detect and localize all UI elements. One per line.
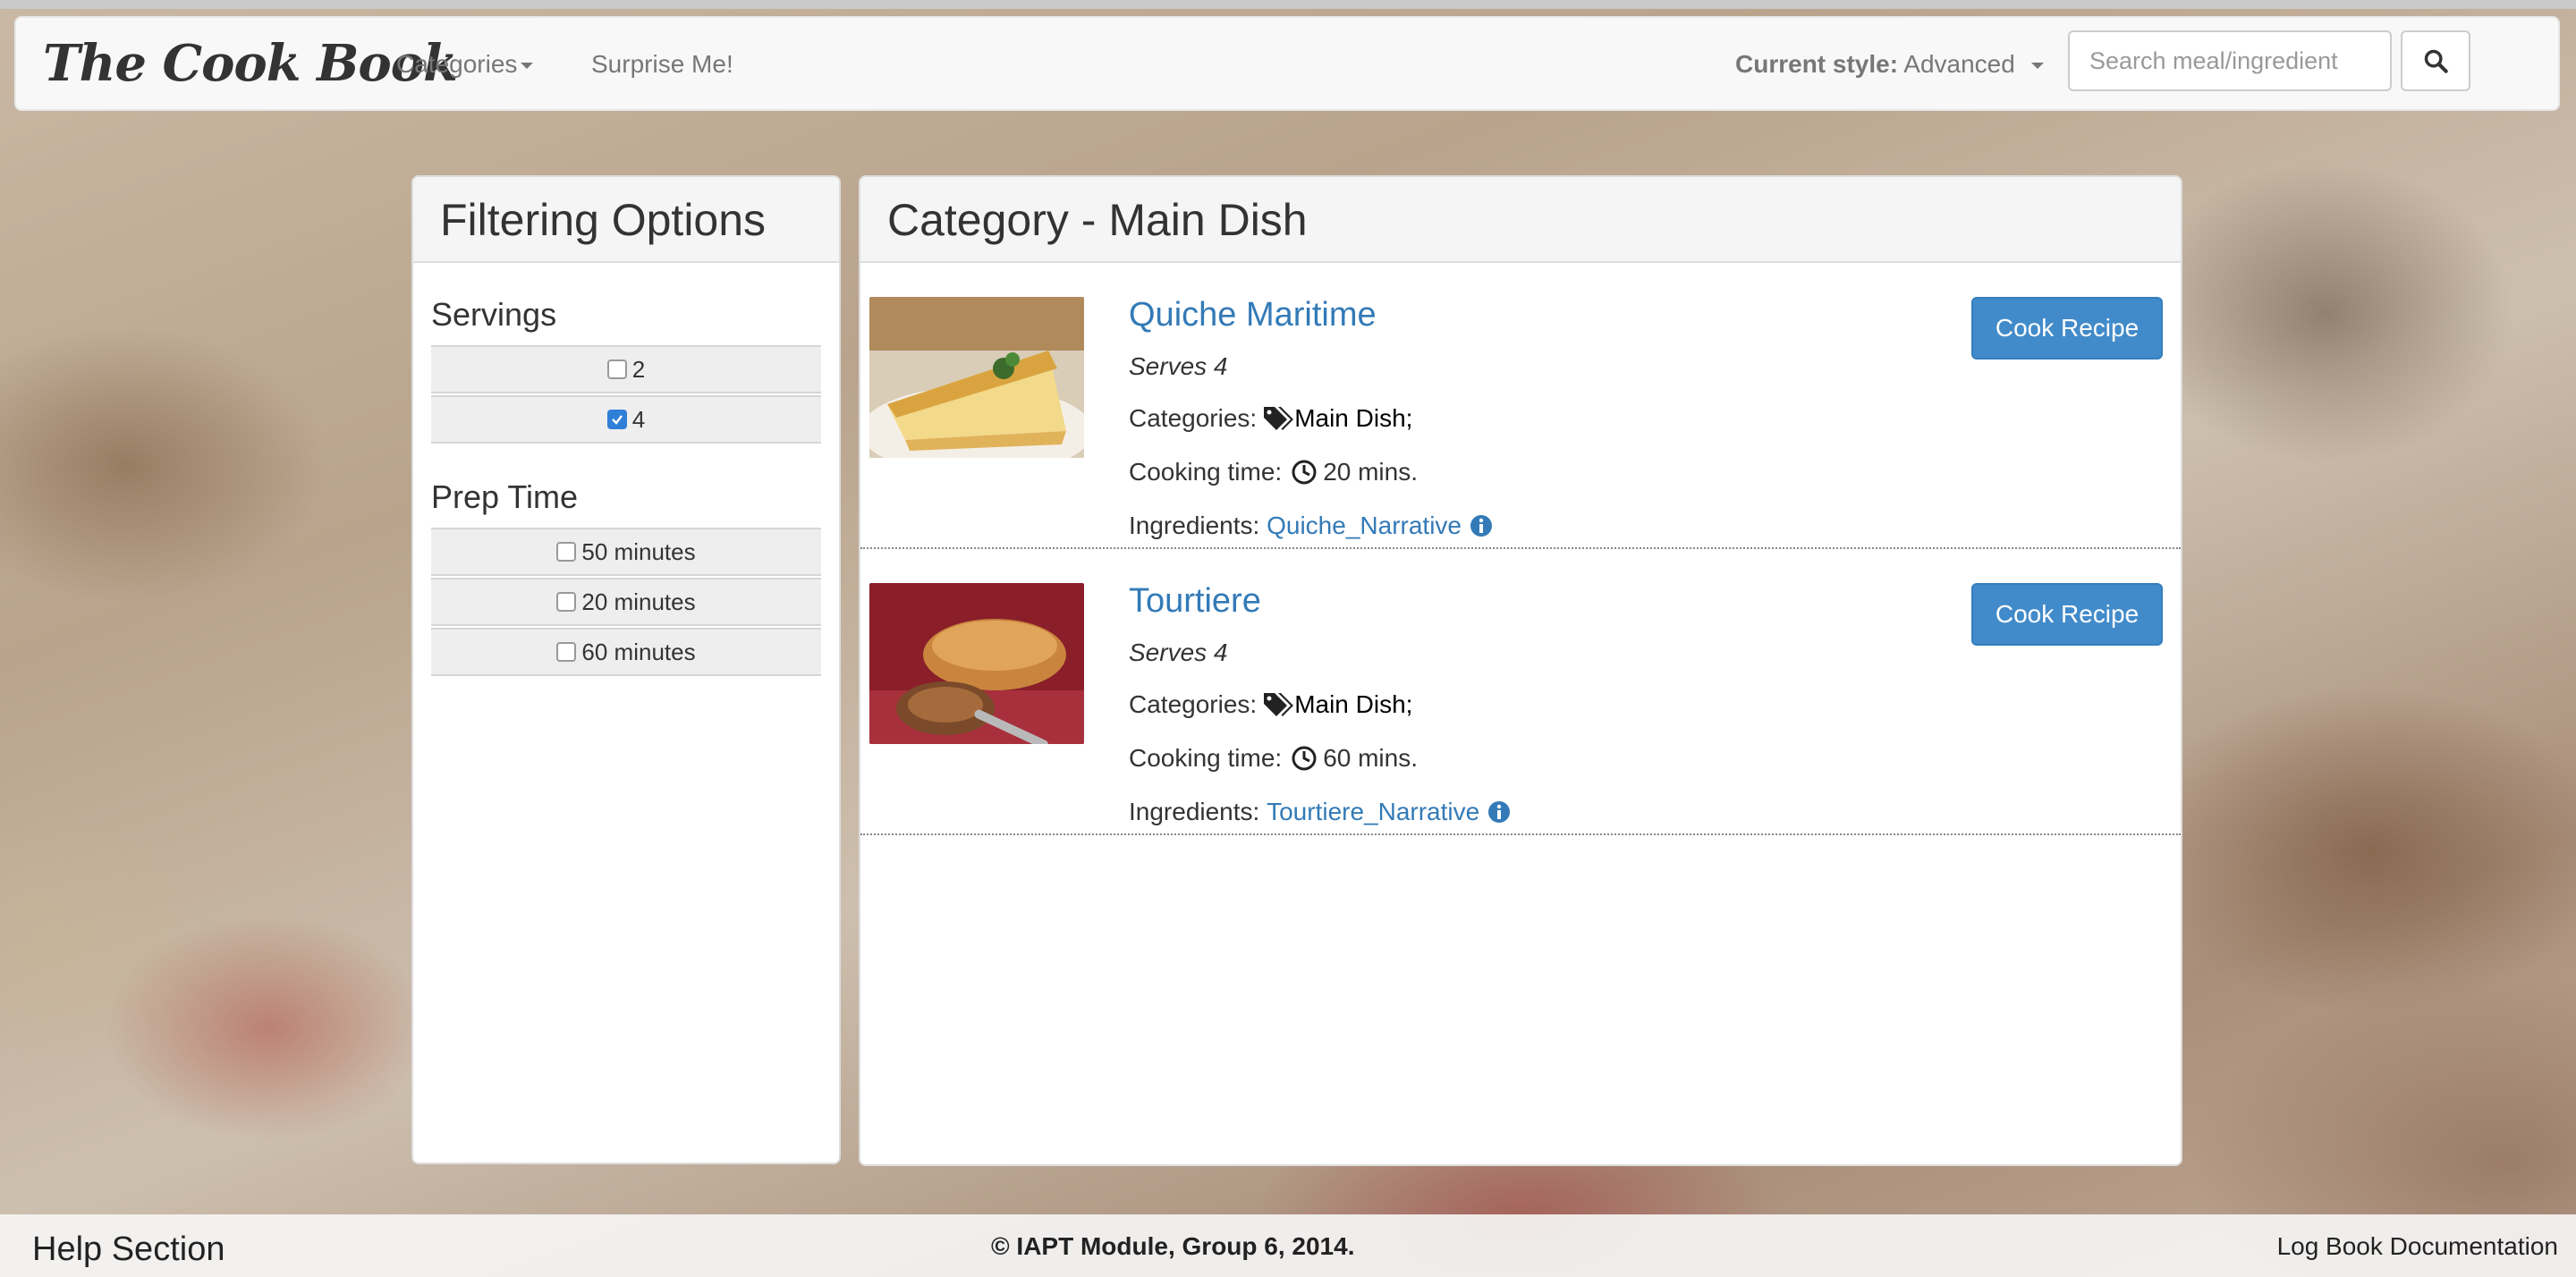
search-button[interactable] <box>2401 30 2470 91</box>
recipe-cooking-time: Cooking time: 20 mins. <box>1129 458 1418 486</box>
footer: Help Section © IAPT Module, Group 6, 201… <box>0 1214 2576 1277</box>
servings-title: Servings <box>431 296 557 333</box>
recipe-item: Tourtiere Serves 4 Categories: Main Dish… <box>860 549 2181 835</box>
caret-down-icon <box>2030 63 2044 70</box>
time-label: Cooking time: <box>1129 458 1283 486</box>
categories-value: Main Dish; <box>1294 404 1413 432</box>
search-input[interactable] <box>2068 30 2392 91</box>
prep-option-20[interactable]: 20 minutes <box>431 578 821 626</box>
caret-down-icon <box>521 63 534 70</box>
recipe-serves: Serves 4 <box>1129 352 1228 380</box>
prep-option-60[interactable]: 60 minutes <box>431 628 821 676</box>
recipe-thumbnail[interactable] <box>869 583 1084 744</box>
option-label: 50 minutes <box>581 537 696 565</box>
recipe-item: Quiche Maritime Serves 4 Categories: Mai… <box>860 263 2181 549</box>
recipe-title-link[interactable]: Quiche Maritime <box>1129 295 1377 334</box>
checkbox[interactable] <box>606 359 627 379</box>
option-label: 20 minutes <box>581 588 696 615</box>
category-title: Category - Main Dish <box>860 177 2181 263</box>
ingredients-label: Ingredients: <box>1129 512 1260 539</box>
servings-option-4[interactable]: 4 <box>431 395 821 444</box>
recipe-categories: Categories: Main Dish; <box>1129 690 1412 719</box>
categories-label: Categories <box>396 50 518 78</box>
checkbox[interactable] <box>556 592 577 612</box>
recipes-panel: Category - Main Dish Quiche Maritime Ser… <box>859 175 2182 1166</box>
prep-option-50[interactable]: 50 minutes <box>431 528 821 576</box>
ingredients-label: Ingredients: <box>1129 798 1260 825</box>
recipe-cooking-time: Cooking time: 60 mins. <box>1129 744 1418 773</box>
copyright-text: © IAPT Module, Group 6, 2014. <box>991 1232 1355 1260</box>
tags-icon <box>1264 407 1294 430</box>
brand-logo[interactable]: The Cook Book <box>43 32 458 95</box>
time-value: 20 mins. <box>1323 458 1419 486</box>
time-value: 60 mins. <box>1323 744 1419 772</box>
navbar: The Cook Book Categories Surprise Me! Cu… <box>14 16 2560 111</box>
option-label: 4 <box>631 405 646 433</box>
recipe-ingredients: Ingredients: Tourtiere_Narrative <box>1129 798 1512 826</box>
checkbox-checked[interactable] <box>606 410 627 429</box>
style-prefix: Current style: <box>1735 50 1899 78</box>
help-section-link[interactable]: Help Section <box>32 1230 225 1269</box>
style-selector[interactable]: Current style: Advanced <box>1735 48 2044 80</box>
filter-panel-title: Filtering Options <box>413 177 839 263</box>
recipe-title-link[interactable]: Tourtiere <box>1129 581 1261 621</box>
cook-recipe-button[interactable]: Cook Recipe <box>1971 583 2163 646</box>
style-value: Advanced <box>1903 50 2015 78</box>
option-label: 2 <box>631 355 646 383</box>
log-book-documentation-link[interactable]: Log Book Documentation <box>2277 1232 2558 1261</box>
categories-dropdown[interactable]: Categories <box>396 48 534 80</box>
top-strip <box>0 0 2576 9</box>
categories-value: Main Dish; <box>1294 690 1413 718</box>
option-label: 60 minutes <box>581 638 696 665</box>
checkbox[interactable] <box>556 542 577 562</box>
recipe-thumbnail[interactable] <box>869 297 1084 458</box>
recipe-ingredients: Ingredients: Quiche_Narrative <box>1129 512 1494 540</box>
recipe-categories: Categories: Main Dish; <box>1129 404 1412 433</box>
ingredients-link[interactable]: Quiche_Narrative <box>1267 512 1462 540</box>
search-icon <box>2424 49 2448 73</box>
ingredients-link[interactable]: Tourtiere_Narrative <box>1267 798 1479 826</box>
clock-icon <box>1292 746 1317 771</box>
check-icon <box>611 415 623 425</box>
servings-option-2[interactable]: 2 <box>431 345 821 393</box>
info-icon[interactable] <box>1469 513 1494 538</box>
recipe-serves: Serves 4 <box>1129 638 1228 666</box>
time-label: Cooking time: <box>1129 744 1283 772</box>
categories-label: Categories: <box>1129 404 1258 432</box>
prep-time-title: Prep Time <box>431 478 579 515</box>
info-icon[interactable] <box>1487 799 1512 825</box>
filter-panel: Filtering Options Servings 2 4 Prep Time… <box>411 175 841 1164</box>
surprise-me-link[interactable]: Surprise Me! <box>591 48 733 80</box>
tags-icon <box>1264 693 1294 716</box>
cook-recipe-button[interactable]: Cook Recipe <box>1971 297 2163 359</box>
checkbox[interactable] <box>556 642 577 662</box>
categories-label: Categories: <box>1129 690 1258 718</box>
clock-icon <box>1292 460 1317 485</box>
